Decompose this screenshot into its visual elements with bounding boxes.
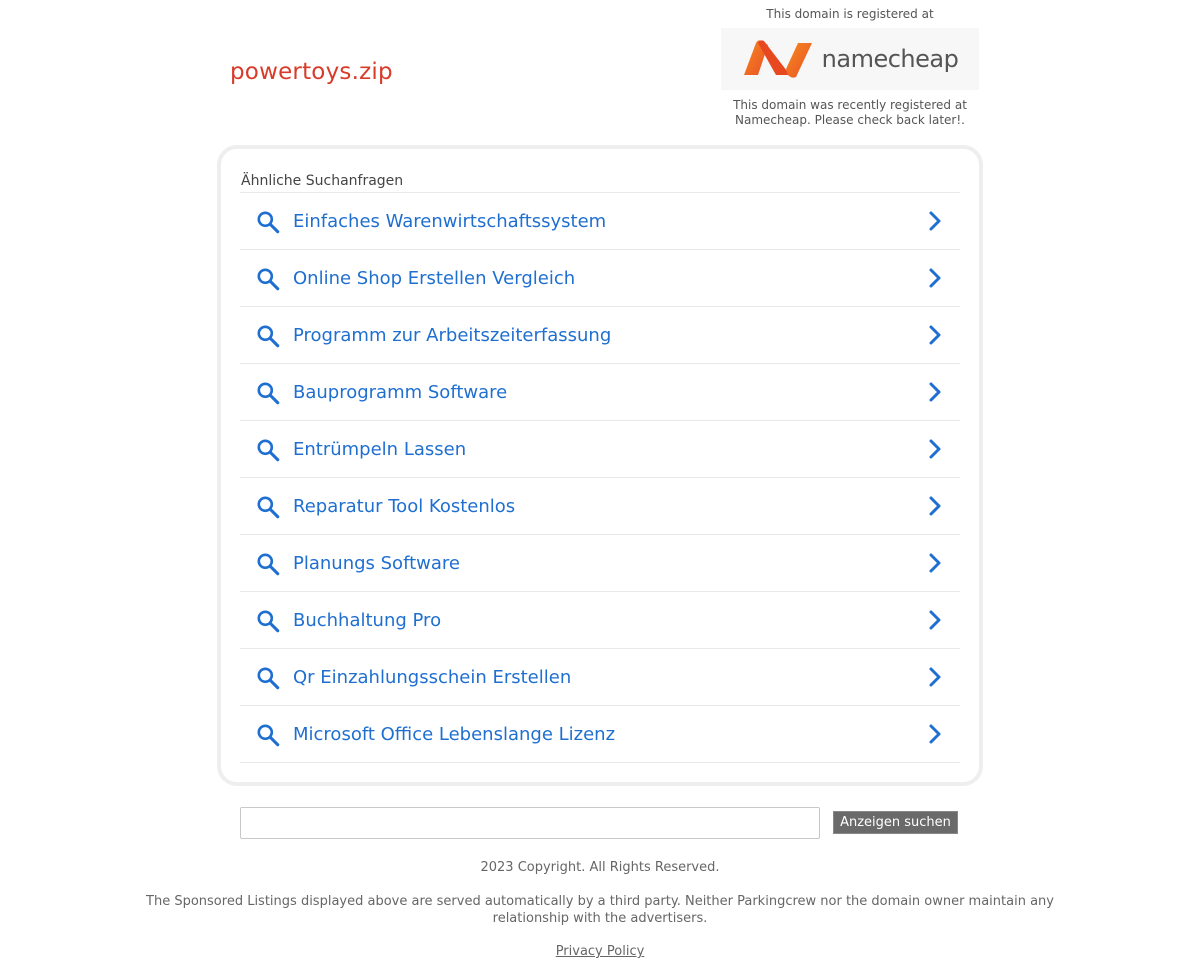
search-icon [257, 325, 280, 348]
chevron-right-icon [929, 211, 941, 231]
related-search-label[interactable]: Reparatur Tool Kostenlos [293, 496, 515, 517]
related-search-item[interactable]: Buchhaltung Pro [240, 592, 960, 649]
search-input[interactable] [240, 807, 820, 839]
registrar-panel: This domain is registered at namecheap T… [720, 6, 980, 128]
copyright-text: 2023 Copyright. All Rights Reserved. [480, 860, 720, 875]
search-icon [257, 268, 280, 291]
chevron-right-icon [929, 382, 941, 402]
search-icon [257, 667, 280, 690]
related-search-label[interactable]: Qr Einzahlungsschein Erstellen [293, 667, 571, 688]
search-icon [257, 553, 280, 576]
chevron-right-icon [929, 439, 941, 459]
search-icon [257, 724, 280, 747]
disclaimer-text: The Sponsored Listings displayed above a… [146, 894, 1054, 926]
privacy-policy-link[interactable]: Privacy Policy [556, 944, 645, 959]
chevron-right-icon [929, 268, 941, 288]
related-search-label[interactable]: Bauprogramm Software [293, 382, 507, 403]
chevron-right-icon [929, 667, 941, 687]
search-icon [257, 211, 280, 234]
related-search-label[interactable]: Programm zur Arbeitszeiterfassung [293, 325, 611, 346]
related-search-label[interactable]: Entrümpeln Lassen [293, 439, 466, 460]
search-icon [257, 439, 280, 462]
related-searches-heading: Ähnliche Suchanfragen [241, 173, 404, 189]
namecheap-n-icon [743, 40, 812, 78]
search-bar: Anzeigen suchen [240, 807, 960, 839]
chevron-right-icon [929, 724, 941, 744]
related-search-label[interactable]: Microsoft Office Lebenslange Lizenz [293, 724, 615, 745]
related-search-item[interactable]: Online Shop Erstellen Vergleich [240, 250, 960, 307]
related-searches-card: Ähnliche Suchanfragen Einfaches Warenwir… [217, 145, 983, 786]
related-search-item[interactable]: Einfaches Warenwirtschaftssystem [240, 193, 960, 250]
related-searches-list: Einfaches Warenwirtschaftssystem Online S… [240, 192, 960, 763]
privacy-policy: Privacy Policy [140, 944, 1060, 959]
related-search-item[interactable]: Entrümpeln Lassen [240, 421, 960, 478]
namecheap-logo[interactable]: namecheap [721, 28, 979, 90]
search-icon [257, 610, 280, 633]
related-search-label[interactable]: Einfaches Warenwirtschaftssystem [293, 211, 606, 232]
search-ads-button[interactable]: Anzeigen suchen [833, 811, 958, 834]
related-search-label[interactable]: Buchhaltung Pro [293, 610, 441, 631]
related-search-label[interactable]: Planungs Software [293, 553, 460, 574]
related-search-label[interactable]: Online Shop Erstellen Vergleich [293, 268, 575, 289]
domain-title: powertoys.zip [230, 59, 393, 85]
chevron-right-icon [929, 610, 941, 630]
chevron-right-icon [929, 553, 941, 573]
related-search-item[interactable]: Bauprogramm Software [240, 364, 960, 421]
related-search-item[interactable]: Programm zur Arbeitszeiterfassung [240, 307, 960, 364]
search-icon [257, 382, 280, 405]
chevron-right-icon [929, 496, 941, 516]
registrar-bottom-note: This domain was recently registered at N… [733, 98, 967, 127]
namecheap-wordmark: namecheap [821, 45, 959, 73]
related-search-item[interactable]: Reparatur Tool Kostenlos [240, 478, 960, 535]
chevron-right-icon [929, 325, 941, 345]
search-icon [257, 496, 280, 519]
registrar-top-note: This domain is registered at [766, 7, 934, 21]
related-search-item[interactable]: Qr Einzahlungsschein Erstellen [240, 649, 960, 706]
related-search-item[interactable]: Microsoft Office Lebenslange Lizenz [240, 706, 960, 763]
related-search-item[interactable]: Planungs Software [240, 535, 960, 592]
